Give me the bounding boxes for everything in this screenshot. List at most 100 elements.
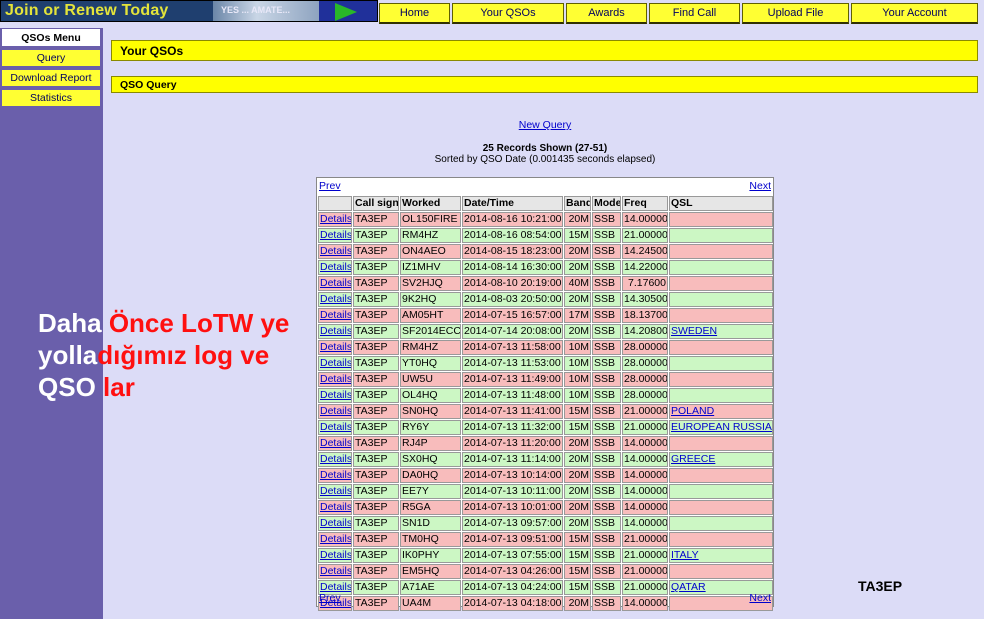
cell-datetime: 2014-07-13 11:32:00: [462, 420, 563, 435]
cell-freq: 14.00000: [622, 484, 668, 499]
details-link[interactable]: Details: [318, 260, 352, 275]
table-row: Details TA3EP SN1D 2014-07-13 09:57:00 20M SS…: [318, 516, 773, 531]
cell-qsl: [669, 500, 773, 515]
cell-call-sign: TA3EP: [353, 276, 399, 291]
details-link[interactable]: Details: [318, 548, 352, 563]
cell-datetime: 2014-07-13 11:53:00: [462, 356, 563, 371]
cell-freq: 21.00000: [622, 548, 668, 563]
cell-worked: IZ1MHV: [400, 260, 461, 275]
next-link[interactable]: Next: [749, 592, 771, 604]
cell-call-sign: TA3EP: [353, 468, 399, 483]
details-link[interactable]: Details: [318, 468, 352, 483]
qsl-country-link[interactable]: ITALY: [671, 549, 699, 561]
nav-awards[interactable]: Awards: [566, 3, 647, 24]
banner-graphic: YES ... AMATE...: [213, 1, 323, 21]
new-query-link[interactable]: New Query: [470, 119, 620, 131]
cell-call-sign: TA3EP: [353, 324, 399, 339]
sidebar-item-statistics[interactable]: Statistics: [2, 90, 100, 106]
cell-freq: 14.00000: [622, 452, 668, 467]
cell-freq: 21.00000: [622, 420, 668, 435]
cell-worked: RM4HZ: [400, 340, 461, 355]
cell-freq: 28.00000: [622, 340, 668, 355]
sidebar-item-query[interactable]: Query: [2, 50, 100, 66]
signature-callsign: TA3EP: [858, 578, 903, 594]
cell-qsl: [669, 516, 773, 531]
details-link[interactable]: Details: [318, 244, 352, 259]
cell-call-sign: TA3EP: [353, 532, 399, 547]
details-link[interactable]: Details: [318, 484, 352, 499]
table-row: Details TA3EP SX0HQ 2014-07-13 11:14:00 20M S…: [318, 452, 773, 467]
details-link[interactable]: Details: [318, 276, 352, 291]
cell-band: 20M: [564, 452, 591, 467]
table-row: Details TA3EP IZ1MHV 2014-08-14 16:30:00 20M…: [318, 260, 773, 275]
cell-datetime: 2014-08-15 18:23:00: [462, 244, 563, 259]
nav-your-qsos[interactable]: Your QSOs: [452, 3, 564, 24]
table-row: Details TA3EP ON4AEO 2014-08-15 18:23:00 20M…: [318, 244, 773, 259]
cell-qsl: [669, 340, 773, 355]
cell-mode: SSB: [592, 500, 621, 515]
nav-find-call[interactable]: Find Call: [649, 3, 740, 24]
details-link[interactable]: Details: [318, 212, 352, 227]
qsl-country-link[interactable]: POLAND: [671, 405, 714, 417]
cell-datetime: 2014-07-13 09:57:00: [462, 516, 563, 531]
cell-datetime: 2014-07-13 04:26:00: [462, 564, 563, 579]
qsl-country-link[interactable]: GREECE: [671, 453, 715, 465]
cell-mode: SSB: [592, 388, 621, 403]
details-link[interactable]: Details: [318, 436, 352, 451]
cell-call-sign: TA3EP: [353, 420, 399, 435]
cell-datetime: 2014-08-14 16:30:00: [462, 260, 563, 275]
cell-worked: 9K2HQ: [400, 292, 461, 307]
cell-qsl: [669, 292, 773, 307]
sidebar-item-download-report[interactable]: Download Report: [2, 70, 100, 86]
details-link[interactable]: Details: [318, 228, 352, 243]
cell-call-sign: TA3EP: [353, 452, 399, 467]
details-link[interactable]: Details: [318, 292, 352, 307]
cell-mode: SSB: [592, 260, 621, 275]
details-link[interactable]: Details: [318, 404, 352, 419]
cell-worked: OL150FIRE: [400, 212, 461, 227]
table-row: Details TA3EP IK0PHY 2014-07-13 07:55:00 15M…: [318, 548, 773, 563]
cell-qsl: [669, 532, 773, 547]
cell-datetime: 2014-07-13 11:41:00: [462, 404, 563, 419]
details-link[interactable]: Details: [318, 452, 352, 467]
details-link[interactable]: Details: [318, 532, 352, 547]
cell-qsl: [669, 308, 773, 323]
nav-upload-file[interactable]: Upload File: [742, 3, 849, 24]
cell-call-sign: TA3EP: [353, 548, 399, 563]
cell-band: 10M: [564, 372, 591, 387]
cell-mode: SSB: [592, 404, 621, 419]
prev-link[interactable]: Prev: [319, 592, 341, 604]
table-row: Details TA3EP RM4HZ 2014-08-16 08:54:00 15M S…: [318, 228, 773, 243]
cell-worked: SN1D: [400, 516, 461, 531]
cell-datetime: 2014-08-16 10:21:00: [462, 212, 563, 227]
cell-qsl: SWEDEN: [669, 324, 773, 339]
table-row: Details TA3EP OL4HQ 2014-07-13 11:48:00 10M S…: [318, 388, 773, 403]
nav-home[interactable]: Home: [379, 3, 450, 24]
details-link[interactable]: Details: [318, 516, 352, 531]
cell-band: 15M: [564, 404, 591, 419]
cell-worked: SV2HJQ: [400, 276, 461, 291]
cell-band: 20M: [564, 292, 591, 307]
next-link[interactable]: Next: [749, 180, 771, 192]
nav-your-account[interactable]: Your Account: [851, 3, 978, 24]
cell-mode: SSB: [592, 564, 621, 579]
prev-link[interactable]: Prev: [319, 180, 341, 192]
cell-band: 10M: [564, 340, 591, 355]
cell-freq: 14.20800: [622, 324, 668, 339]
cell-datetime: 2014-07-13 11:20:00: [462, 436, 563, 451]
join-renew-banner[interactable]: Join or Renew Today YES ... AMATE...: [0, 0, 378, 22]
qsl-country-link[interactable]: EUROPEAN RUSSIA: [671, 421, 772, 433]
overlay-annotation: Daha Önce LoTW ye yolladığımız log ve QS…: [38, 307, 338, 403]
details-link[interactable]: Details: [318, 420, 352, 435]
details-link[interactable]: Details: [318, 500, 352, 515]
table-row: Details TA3EP RJ4P 2014-07-13 11:20:00 20M SS…: [318, 436, 773, 451]
column-header-call-sign: Call sign: [353, 196, 399, 211]
details-link[interactable]: Details: [318, 564, 352, 579]
qsl-country-link[interactable]: SWEDEN: [671, 325, 717, 337]
table-row: Details TA3EP OL150FIRE 2014-08-16 10:21:00…: [318, 212, 773, 227]
cell-band: 15M: [564, 548, 591, 563]
top-navigation: Home Your QSOs Awards Find Call Upload F…: [379, 3, 980, 24]
pager-bottom: Prev Next: [317, 591, 773, 606]
records-shown: 25 Records Shown (27-51): [482, 143, 608, 154]
cell-worked: IK0PHY: [400, 548, 461, 563]
